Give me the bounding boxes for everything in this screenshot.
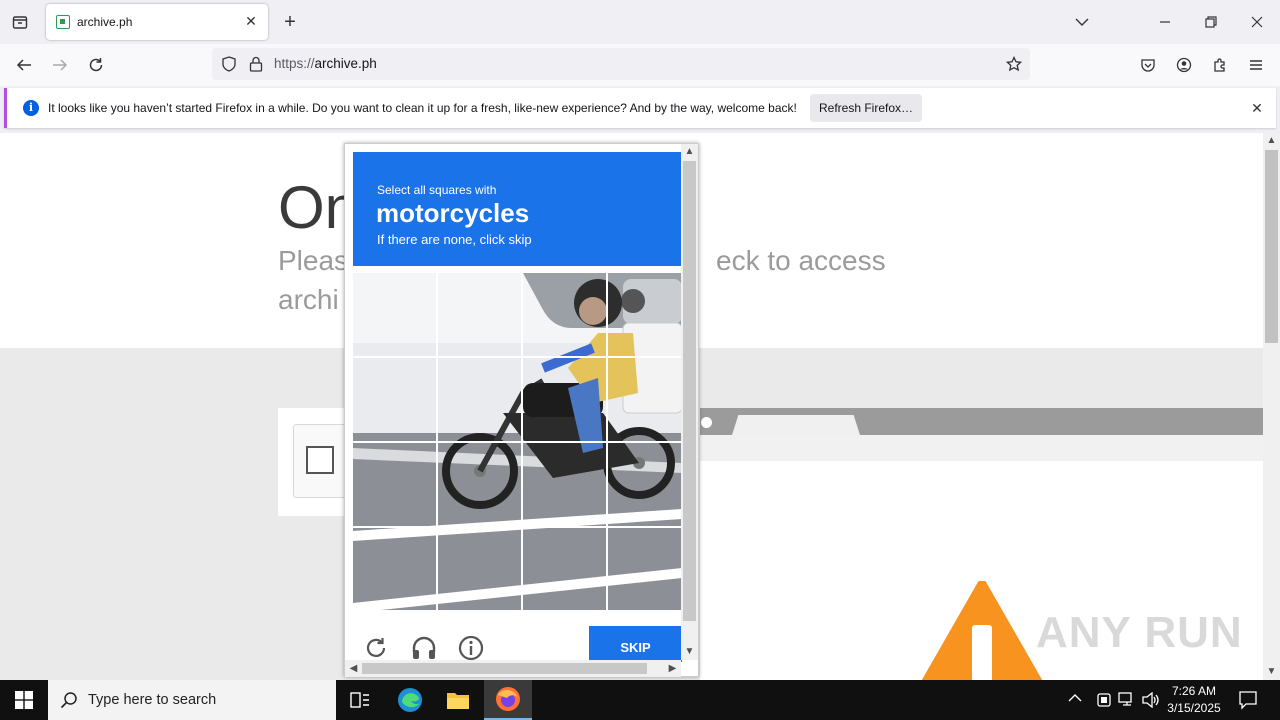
- site-favicon-icon: [56, 15, 70, 29]
- captcha-target: motorcycles: [376, 198, 530, 228]
- info-icon: i: [23, 100, 39, 116]
- close-tab-icon[interactable]: ✕: [240, 10, 262, 32]
- captcha-vertical-scrollbar[interactable]: ▲ ▼: [681, 144, 698, 660]
- captcha-header: Select all squares with motorcycles If t…: [353, 152, 682, 266]
- restore-icon[interactable]: [1195, 6, 1227, 38]
- browser-tab[interactable]: archive.ph ✕: [46, 4, 268, 40]
- warning-triangle-icon: [921, 581, 1043, 680]
- firefox-view-icon[interactable]: [4, 6, 36, 38]
- skip-button[interactable]: SKIP: [589, 626, 682, 662]
- scroll-left-icon[interactable]: ◀: [345, 663, 362, 674]
- illustration-dot: [701, 417, 712, 428]
- scroll-down-icon[interactable]: ▼: [681, 646, 698, 657]
- captcha-horizontal-scrollbar[interactable]: ◀ ▶: [345, 660, 681, 677]
- list-tabs-icon[interactable]: [1066, 6, 1098, 38]
- network-icon[interactable]: [1118, 692, 1136, 713]
- minimize-icon[interactable]: [1149, 6, 1181, 38]
- back-icon[interactable]: [8, 49, 40, 81]
- lock-icon[interactable]: [249, 56, 263, 77]
- search-icon: [60, 691, 78, 714]
- menu-hamburger-icon[interactable]: [1240, 49, 1272, 81]
- subtext-line2: archi: [278, 284, 339, 315]
- meet-now-icon[interactable]: [1096, 691, 1112, 714]
- illustration-tab: [732, 415, 860, 435]
- extensions-icon[interactable]: [1204, 49, 1236, 81]
- start-windows-icon[interactable]: [0, 680, 48, 720]
- url-bar[interactable]: https://archive.ph: [212, 48, 1030, 80]
- taskbar-search-box[interactable]: Type here to search: [48, 680, 336, 720]
- bookmark-star-icon[interactable]: [1005, 55, 1023, 77]
- volume-speaker-icon[interactable]: [1142, 691, 1160, 713]
- file-explorer-icon[interactable]: [434, 680, 482, 720]
- clock-time: 7:26 AM: [1171, 684, 1217, 698]
- captcha-image-grid[interactable]: [353, 273, 682, 610]
- tab-title: archive.ph: [77, 15, 133, 29]
- scroll-up-icon[interactable]: ▲: [681, 146, 698, 157]
- account-icon[interactable]: [1168, 49, 1200, 81]
- illustration-toolbar: [700, 435, 1263, 461]
- subtext-right: eck to access: [716, 245, 886, 276]
- scroll-up-icon[interactable]: ▲: [1263, 135, 1280, 146]
- firefox-taskbar-icon[interactable]: [484, 680, 532, 720]
- windows-taskbar: Type here to search 7:26 AM 3/15/2025: [0, 680, 1280, 720]
- page-scrollbar[interactable]: ▲ ▼: [1263, 133, 1280, 680]
- verify-checkbox[interactable]: [306, 446, 334, 474]
- scroll-down-icon[interactable]: ▼: [1263, 666, 1280, 677]
- edge-browser-icon[interactable]: [386, 680, 434, 720]
- captcha-scrollbar-thumb[interactable]: [683, 161, 696, 621]
- captcha-footer: SKIP: [353, 618, 682, 662]
- watermark-logo: ANY RUN: [1036, 608, 1243, 657]
- clock-date: 3/15/2025: [1167, 701, 1221, 715]
- close-notification-icon[interactable]: ✕: [1247, 98, 1267, 118]
- captcha-instruction: Select all squares with: [377, 183, 497, 197]
- close-window-icon[interactable]: [1241, 6, 1273, 38]
- grid-line: [353, 526, 682, 528]
- grid-line: [353, 441, 682, 443]
- new-tab-button[interactable]: +: [274, 6, 306, 38]
- scroll-right-icon[interactable]: ▶: [664, 663, 681, 674]
- captcha-hscroll-thumb[interactable]: [362, 663, 647, 674]
- forward-icon[interactable]: [44, 49, 76, 81]
- refresh-firefox-button[interactable]: Refresh Firefox…: [810, 94, 922, 122]
- pocket-icon[interactable]: [1132, 49, 1164, 81]
- tab-bar: archive.ph ✕ +: [0, 0, 1280, 44]
- navigation-bar: https://archive.ph: [0, 44, 1280, 86]
- reload-icon[interactable]: [80, 49, 112, 81]
- captcha-challenge: Select all squares with motorcycles If t…: [344, 143, 699, 677]
- captcha-hint: If there are none, click skip: [377, 232, 532, 247]
- grid-line: [353, 356, 682, 358]
- tracking-protection-shield-icon[interactable]: [221, 56, 237, 77]
- task-view-icon[interactable]: [336, 680, 384, 720]
- subtext-left: Pleas: [278, 245, 349, 276]
- notification-bar: i It looks like you haven’t started Fire…: [4, 88, 1276, 128]
- page-scrollbar-thumb[interactable]: [1265, 150, 1278, 343]
- system-clock[interactable]: 7:26 AM 3/15/2025: [1160, 683, 1228, 717]
- url-text[interactable]: https://archive.ph: [274, 56, 377, 71]
- show-hidden-icons-chevron-icon[interactable]: [1068, 692, 1082, 706]
- notification-message: It looks like you haven’t started Firefo…: [48, 101, 797, 115]
- notifications-action-center-icon[interactable]: [1238, 690, 1258, 715]
- search-placeholder: Type here to search: [88, 692, 217, 708]
